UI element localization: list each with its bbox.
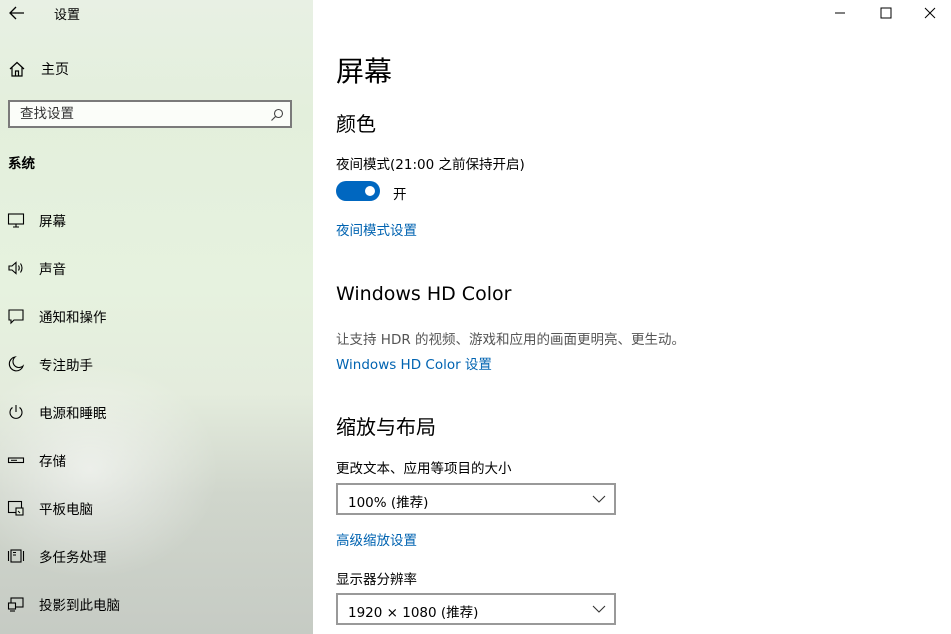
search-box[interactable] [8, 100, 292, 128]
sidebar-item-label: 专注助手 [39, 358, 93, 374]
scale-size-label: 更改文本、应用等项目的大小 [336, 461, 512, 477]
sidebar-item-label: 电源和睡眠 [39, 406, 107, 422]
sidebar-item-home[interactable]: 主页 [8, 58, 69, 80]
hdr-heading: Windows HD Color [336, 283, 512, 305]
sidebar-item-label: 存储 [39, 454, 66, 470]
multitask-icon [7, 549, 25, 563]
close-icon [924, 7, 936, 19]
sidebar-item-storage[interactable]: 存储 [0, 440, 313, 480]
scale-dropdown-value: 100% (推荐) [348, 495, 429, 511]
toggle-knob [365, 186, 375, 196]
arrow-left-icon [9, 6, 24, 20]
sidebar-item-tablet[interactable]: 平板电脑 [0, 488, 313, 528]
hdr-description: 让支持 HDR 的视频、游戏和应用的画面更明亮、更生动。 [336, 332, 686, 348]
maximize-button[interactable] [863, 0, 909, 26]
night-light-settings-link[interactable]: 夜间模式设置 [336, 219, 417, 239]
chevron-down-icon [592, 605, 606, 613]
power-icon [9, 405, 23, 419]
home-icon [9, 61, 25, 77]
tablet-icon [7, 500, 24, 516]
sidebar-item-label: 投影到此电脑 [39, 598, 120, 614]
sidebar-item-label: 屏幕 [39, 214, 66, 230]
maximize-icon [880, 7, 892, 19]
sidebar: 设置 主页 系统 屏幕 声音 通知和操作 [0, 0, 313, 634]
project-icon [7, 597, 24, 612]
sidebar-item-label: 平板电脑 [39, 502, 93, 518]
scale-dropdown[interactable]: 100% (推荐) [336, 483, 616, 515]
section-label: 系统 [8, 156, 35, 172]
color-heading: 颜色 [336, 112, 376, 136]
page-title: 屏幕 [336, 55, 393, 88]
sidebar-item-sound[interactable]: 声音 [0, 248, 313, 288]
minimize-button[interactable] [817, 0, 863, 26]
search-input[interactable] [20, 105, 260, 123]
toggle-state-label: 开 [393, 187, 407, 203]
scale-heading: 缩放与布局 [336, 415, 436, 439]
sidebar-item-display[interactable]: 屏幕 [0, 200, 313, 240]
resolution-label: 显示器分辨率 [336, 572, 417, 588]
chevron-down-icon [592, 495, 606, 503]
notification-icon [8, 309, 24, 325]
sidebar-item-label: 主页 [41, 62, 69, 78]
monitor-icon [7, 213, 25, 228]
sidebar-item-multitasking[interactable]: 多任务处理 [0, 536, 313, 576]
storage-icon [7, 457, 25, 464]
main-content: 屏幕 颜色 夜间模式(21:00 之前保持开启) 开 夜间模式设置 Window… [313, 0, 951, 634]
moon-icon [8, 356, 25, 372]
sidebar-item-focus-assist[interactable]: 专注助手 [0, 344, 313, 384]
resolution-dropdown[interactable]: 1920 × 1080 (推荐) [336, 593, 616, 625]
sidebar-item-label: 多任务处理 [39, 550, 107, 566]
resolution-dropdown-value: 1920 × 1080 (推荐) [348, 605, 479, 621]
minimize-icon [835, 12, 845, 14]
app-title: 设置 [54, 8, 81, 23]
back-button[interactable] [6, 2, 28, 24]
sidebar-item-project[interactable]: 投影到此电脑 [0, 584, 313, 624]
advanced-scaling-link[interactable]: 高级缩放设置 [336, 529, 417, 549]
speaker-icon [8, 261, 23, 275]
sidebar-item-label: 通知和操作 [39, 310, 107, 326]
hdr-settings-link[interactable]: Windows HD Color 设置 [336, 353, 492, 373]
sidebar-item-power-sleep[interactable]: 电源和睡眠 [0, 392, 313, 432]
sidebar-item-notifications[interactable]: 通知和操作 [0, 296, 313, 336]
search-icon[interactable] [270, 108, 284, 122]
night-light-toggle[interactable] [336, 181, 380, 201]
close-button[interactable] [907, 0, 951, 26]
sidebar-item-label: 声音 [39, 262, 66, 278]
night-light-label: 夜间模式(21:00 之前保持开启) [336, 157, 525, 173]
